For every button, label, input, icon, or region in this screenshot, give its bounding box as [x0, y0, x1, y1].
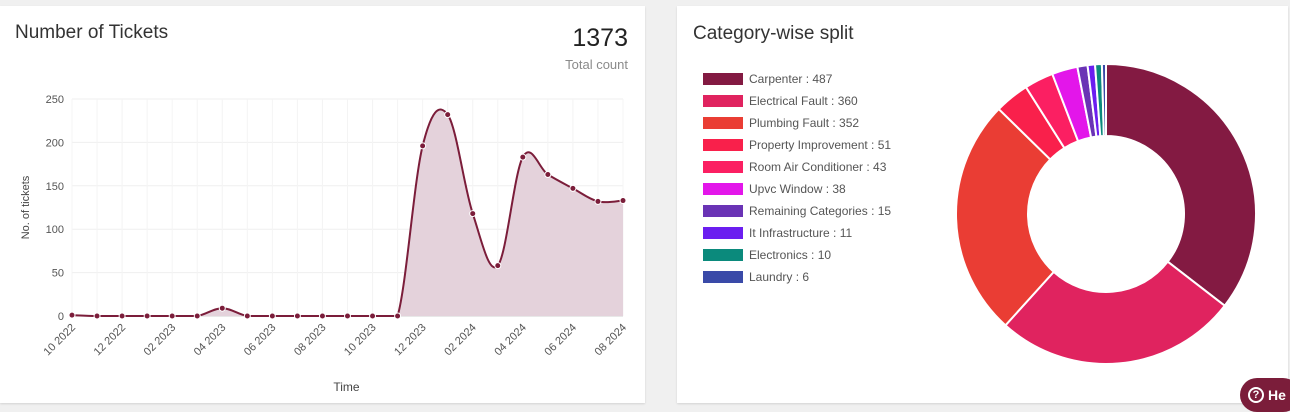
help-button[interactable]: ? He: [1240, 378, 1290, 412]
x-tick-label: 02 2024: [442, 322, 479, 359]
data-point[interactable]: [293, 312, 301, 320]
x-tick-label: 10 2023: [342, 322, 379, 359]
x-tick-label: 02 2023: [142, 322, 179, 359]
data-point[interactable]: [344, 312, 351, 320]
data-point[interactable]: [569, 184, 577, 192]
data-point[interactable]: [519, 153, 527, 161]
data-point[interactable]: [394, 312, 402, 320]
x-axis-title: Time: [333, 380, 360, 394]
data-point[interactable]: [118, 312, 126, 320]
data-point[interactable]: [419, 142, 427, 150]
x-tick-label: 06 2023: [242, 322, 279, 359]
y-tick-label: 0: [58, 311, 64, 323]
x-tick-label: 12 2022: [92, 322, 129, 359]
data-point[interactable]: [469, 210, 477, 218]
data-point[interactable]: [268, 312, 276, 320]
x-tick-label: 06 2024: [542, 322, 579, 359]
data-point[interactable]: [494, 262, 502, 270]
data-point[interactable]: [594, 197, 602, 205]
y-tick-label: 100: [46, 224, 64, 236]
y-tick-label: 200: [46, 137, 64, 149]
y-tick-label: 50: [52, 268, 64, 280]
data-point[interactable]: [444, 111, 452, 119]
data-point[interactable]: [143, 312, 151, 320]
x-tick-label: 08 2024: [593, 322, 630, 359]
x-tick-label: 12 2023: [392, 322, 429, 359]
x-tick-label: 04 2023: [192, 322, 229, 359]
help-button-label: He: [1268, 387, 1286, 403]
data-point[interactable]: [619, 197, 627, 205]
total-count-value: 1373: [572, 24, 628, 52]
data-point[interactable]: [168, 312, 176, 320]
x-tick-label: 04 2024: [492, 322, 529, 359]
tickets-card: 0 50 100 150 200 250 10 2022 12 2022 02 2023 04 2…: [0, 6, 645, 403]
total-count-label: Total count: [565, 57, 628, 72]
data-point[interactable]: [93, 312, 101, 320]
data-point[interactable]: [318, 312, 326, 320]
category-donut-chart: [955, 62, 1257, 365]
data-point[interactable]: [68, 311, 76, 319]
x-tick-label: 08 2023: [292, 322, 329, 359]
question-icon: ?: [1248, 387, 1264, 403]
y-axis-title: No. of tickets: [20, 175, 32, 239]
data-point[interactable]: [544, 171, 552, 179]
y-tick-label: 250: [46, 94, 64, 106]
data-point[interactable]: [218, 304, 226, 312]
data-point[interactable]: [193, 312, 201, 320]
y-tick-label: 150: [46, 181, 64, 193]
donut-slice[interactable]: [1105, 62, 1257, 308]
category-split-card: Category-wise split Carpenter : 487 Elect…: [677, 6, 1288, 403]
data-point[interactable]: [243, 312, 251, 320]
x-tick-label: 10 2022: [42, 322, 79, 359]
tickets-line-chart: 0 50 100 150 200 250 10 2022 12 2022 02 2023 04 2…: [20, 94, 630, 394]
tickets-card-title: Number of Tickets: [15, 22, 169, 43]
data-point[interactable]: [369, 312, 377, 320]
